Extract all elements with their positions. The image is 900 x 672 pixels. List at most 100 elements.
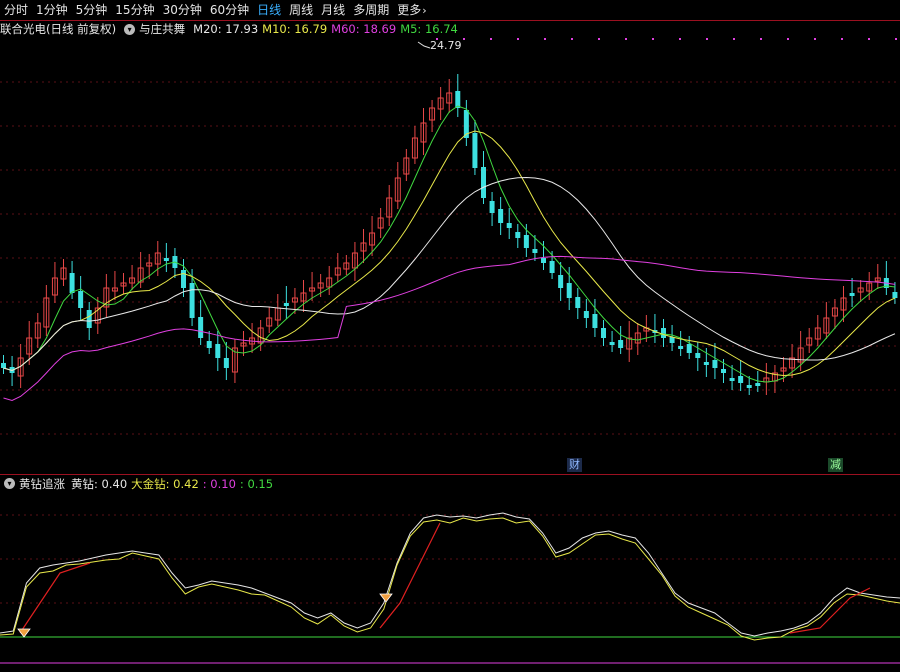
- signal-dot: [598, 38, 600, 40]
- rise-segment: [19, 562, 91, 634]
- candle-body-down: [283, 303, 289, 306]
- candle-body-down: [583, 311, 589, 318]
- candle-body-down: [609, 342, 615, 345]
- diamond-icon: [17, 628, 31, 638]
- candle-body-down: [206, 341, 212, 348]
- signal-dot: [679, 38, 681, 40]
- signal-dot: [787, 38, 789, 40]
- signal-dot: [652, 38, 654, 40]
- signal-dot: [895, 38, 897, 40]
- ma5-value: M5: 16.74: [400, 22, 458, 36]
- candle-body-down: [703, 362, 709, 365]
- candle-body-down: [541, 258, 546, 263]
- candle-body-down: [721, 369, 726, 373]
- candle-body-down: [755, 383, 761, 386]
- ma10-value: M10: 16.79: [262, 22, 328, 36]
- candle-body-down: [489, 201, 495, 213]
- candle-body-down: [695, 353, 701, 358]
- tab-5[interactable]: 60分钟: [206, 0, 253, 20]
- ma10-line: [3, 130, 896, 377]
- rise-segment: [379, 522, 441, 629]
- v3-value: : 0.10: [202, 476, 236, 491]
- candle-body-down: [523, 235, 529, 248]
- signal-dot: [571, 38, 573, 40]
- tab-7[interactable]: 周线: [285, 0, 317, 20]
- signal-dot: [814, 38, 816, 40]
- ma5-line: [3, 105, 895, 383]
- indicator-dropdown-icon[interactable]: ▾: [124, 23, 136, 35]
- huangzuan-line: [0, 512, 900, 637]
- candle-body-down: [86, 310, 92, 328]
- chevron-right-icon: ›: [422, 3, 427, 17]
- finance-event-badge[interactable]: 财: [567, 458, 582, 472]
- period-toolbar: 分时 1分钟 5分钟 15分钟 30分钟 60分钟 日线 周线 月线 多周期 更多›: [0, 0, 900, 20]
- more-label: 更多: [397, 2, 422, 17]
- signal-dot: [463, 38, 465, 40]
- ma60-value: M60: 18.69: [331, 22, 397, 36]
- candle-body-down: [532, 249, 538, 253]
- main-indicator-name[interactable]: 与庄共舞: [139, 21, 185, 37]
- candle-body-down: [163, 258, 169, 261]
- candle-body-down: [69, 273, 75, 293]
- tab-3[interactable]: 15分钟: [111, 0, 158, 20]
- reduce-holding-badge[interactable]: 减: [828, 458, 843, 472]
- tab-2[interactable]: 5分钟: [72, 0, 112, 20]
- candle-body-down: [549, 261, 555, 273]
- candle-body-down: [661, 328, 666, 338]
- signal-dot: [841, 38, 843, 40]
- candle-body-down: [1, 363, 6, 368]
- ma60-line: [3, 255, 896, 402]
- signal-dot: [625, 38, 627, 40]
- candle-body-down: [566, 283, 572, 298]
- signal-dot: [733, 38, 735, 40]
- candle-body-down: [686, 344, 692, 353]
- candle-body-down: [215, 344, 221, 358]
- tab-0[interactable]: 分时: [0, 0, 32, 20]
- candle-body-down: [849, 293, 855, 296]
- candle-body-down: [558, 275, 564, 288]
- candle-body-down: [746, 385, 752, 388]
- main-chart-infobar: 联合光电(日线 前复权) ▾ 与庄共舞 M20: 17.93 M10: 16.7…: [0, 20, 900, 38]
- tab-8[interactable]: 月线: [317, 0, 349, 20]
- oscillator-chart[interactable]: [0, 493, 900, 672]
- candle-body-down: [498, 209, 504, 223]
- tab-6[interactable]: 日线: [253, 0, 285, 20]
- huangzuan-value: 黄钻: 0.40: [71, 476, 128, 491]
- v4-value: : 0.15: [239, 476, 274, 491]
- candle-body-down: [678, 346, 684, 349]
- tab-9[interactable]: 多周期: [349, 0, 393, 20]
- candle-body-down: [455, 91, 461, 108]
- candle-body-down: [506, 223, 512, 228]
- candle-body-down: [738, 376, 744, 383]
- sub-indicator-dropdown-icon[interactable]: ▾: [4, 478, 15, 489]
- ma20-value: M20: 17.93: [193, 22, 259, 36]
- signal-dot: [706, 38, 708, 40]
- tab-1[interactable]: 1分钟: [32, 0, 72, 20]
- stock-name: 联合光电(日线 前复权): [0, 22, 117, 36]
- candle-body-down: [78, 291, 84, 308]
- candle-body-down: [892, 292, 898, 298]
- candle-body-down: [181, 270, 186, 288]
- candle-body-down: [575, 297, 581, 308]
- signal-dot: [490, 38, 492, 40]
- more-periods-button[interactable]: 更多›: [393, 0, 430, 21]
- candle-body-down: [472, 133, 478, 168]
- sub-indicator-name[interactable]: 黄钻追涨: [19, 476, 65, 492]
- signal-dot: [868, 38, 870, 40]
- candle-body-down: [712, 360, 718, 368]
- signal-dot: [517, 38, 519, 40]
- high-price-label: 24.79: [430, 39, 462, 52]
- diamond-icon: [379, 593, 393, 603]
- candle-body-down: [515, 232, 521, 238]
- sub-chart-infobar: ▾ 黄钻追涨 黄钻: 0.40 大金钻: 0.42 : 0.10 : 0.15: [0, 475, 900, 492]
- high-price-pointer: [417, 41, 431, 49]
- candle-body-down: [729, 378, 735, 381]
- tab-4[interactable]: 30分钟: [159, 0, 206, 20]
- candlestick-chart[interactable]: [0, 38, 900, 474]
- candle-body-down: [592, 314, 598, 328]
- dajinzuan-value: 大金钻: 0.42: [131, 476, 199, 491]
- candle-body-down: [601, 328, 606, 338]
- candle-body-down: [618, 340, 624, 348]
- dajinzuan-line: [0, 517, 900, 641]
- signal-dot: [760, 38, 762, 40]
